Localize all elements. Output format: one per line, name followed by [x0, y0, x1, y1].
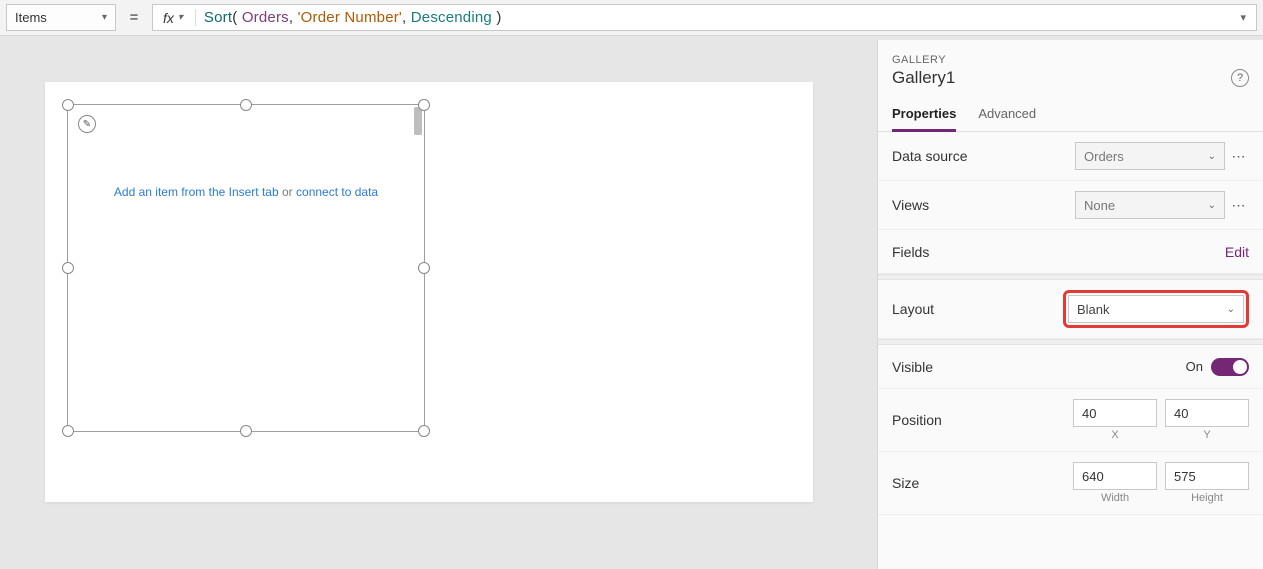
chevron-down-icon: ▾: [178, 12, 183, 23]
label-views: Views: [892, 197, 929, 213]
resize-handle-se[interactable]: [418, 425, 430, 437]
tab-properties[interactable]: Properties: [892, 98, 956, 131]
fx-label: fx: [163, 10, 174, 26]
help-icon[interactable]: ?: [1231, 69, 1249, 87]
row-size: Size 640 Width 575 Height: [878, 452, 1263, 515]
pane-tabs: Properties Advanced: [878, 98, 1263, 132]
position-x-input[interactable]: 40: [1073, 399, 1157, 427]
resize-handle-ne[interactable]: [418, 99, 430, 111]
formula-input[interactable]: Sort( Orders, 'Order Number', Descending…: [204, 9, 502, 27]
hint-insert-link[interactable]: Add an item from the Insert tab: [114, 185, 279, 199]
row-visible: Visible On: [878, 345, 1263, 389]
row-position: Position 40 X 40 Y: [878, 389, 1263, 452]
data-source-more-icon[interactable]: ⋯: [1229, 148, 1249, 165]
app-screen[interactable]: ✎ Add an item from the Insert tab or con…: [45, 82, 813, 502]
position-y-sublabel: Y: [1203, 429, 1210, 441]
resize-handle-sw[interactable]: [62, 425, 74, 437]
size-height-sublabel: Height: [1191, 492, 1223, 504]
visible-state: On: [1186, 359, 1203, 374]
chevron-down-icon: ⌄: [1208, 151, 1216, 162]
position-y-input[interactable]: 40: [1165, 399, 1249, 427]
control-name[interactable]: Gallery1: [892, 68, 955, 88]
size-height-input[interactable]: 575: [1165, 462, 1249, 490]
size-width-input[interactable]: 640: [1073, 462, 1157, 490]
position-x-sublabel: X: [1111, 429, 1118, 441]
resize-handle-s[interactable]: [240, 425, 252, 437]
gallery-hint: Add an item from the Insert tab or conne…: [68, 185, 424, 199]
chevron-down-icon: ▾: [102, 12, 107, 23]
views-more-icon[interactable]: ⋯: [1229, 197, 1249, 214]
fx-button[interactable]: fx ▾: [159, 10, 187, 26]
label-data-source: Data source: [892, 148, 967, 164]
property-selector-label: Items: [15, 10, 47, 25]
equals-sign: =: [124, 4, 144, 31]
divider: [195, 9, 196, 26]
label-position: Position: [892, 412, 942, 428]
visible-toggle[interactable]: [1211, 358, 1249, 376]
views-value: None: [1084, 198, 1115, 213]
label-visible: Visible: [892, 359, 933, 375]
row-layout: Layout Blank ⌄: [878, 280, 1263, 339]
canvas-area: ✎ Add an item from the Insert tab or con…: [0, 40, 877, 569]
resize-handle-n[interactable]: [240, 99, 252, 111]
data-source-select[interactable]: Orders ⌄: [1075, 142, 1225, 170]
label-size: Size: [892, 475, 919, 491]
property-selector[interactable]: Items ▾: [6, 4, 116, 31]
resize-handle-e[interactable]: [418, 262, 430, 274]
tab-advanced[interactable]: Advanced: [978, 98, 1036, 131]
chevron-down-icon: ⌄: [1227, 304, 1235, 315]
chevron-down-icon: ⌄: [1208, 200, 1216, 211]
data-source-value: Orders: [1084, 149, 1124, 164]
control-type-heading: GALLERY: [878, 54, 1263, 66]
layout-highlight: Blank ⌄: [1063, 290, 1249, 328]
gallery-control-selected[interactable]: ✎ Add an item from the Insert tab or con…: [67, 104, 425, 432]
label-fields: Fields: [892, 244, 929, 260]
row-data-source: Data source Orders ⌄ ⋯: [878, 132, 1263, 181]
scrollbar-thumb[interactable]: [414, 107, 422, 135]
formula-bar[interactable]: fx ▾ Sort( Orders, 'Order Number', Desce…: [152, 4, 1257, 31]
row-views: Views None ⌄ ⋯: [878, 181, 1263, 230]
row-fields: Fields Edit: [878, 230, 1263, 274]
formula-bar-row: Items ▾ = fx ▾ Sort( Orders, 'Order Numb…: [0, 0, 1263, 36]
size-width-sublabel: Width: [1101, 492, 1129, 504]
edit-template-icon[interactable]: ✎: [78, 115, 96, 133]
views-select[interactable]: None ⌄: [1075, 191, 1225, 219]
expand-formula-icon[interactable]: ▾: [1236, 11, 1250, 24]
layout-select[interactable]: Blank ⌄: [1068, 295, 1244, 323]
layout-value: Blank: [1077, 302, 1110, 317]
hint-connect-link[interactable]: connect to data: [296, 185, 378, 199]
hint-or: or: [282, 185, 293, 199]
fields-edit-link[interactable]: Edit: [1225, 244, 1249, 260]
label-layout: Layout: [892, 301, 934, 317]
resize-handle-nw[interactable]: [62, 99, 74, 111]
resize-handle-w[interactable]: [62, 262, 74, 274]
properties-pane: GALLERY Gallery1 ? Properties Advanced D…: [877, 40, 1263, 569]
